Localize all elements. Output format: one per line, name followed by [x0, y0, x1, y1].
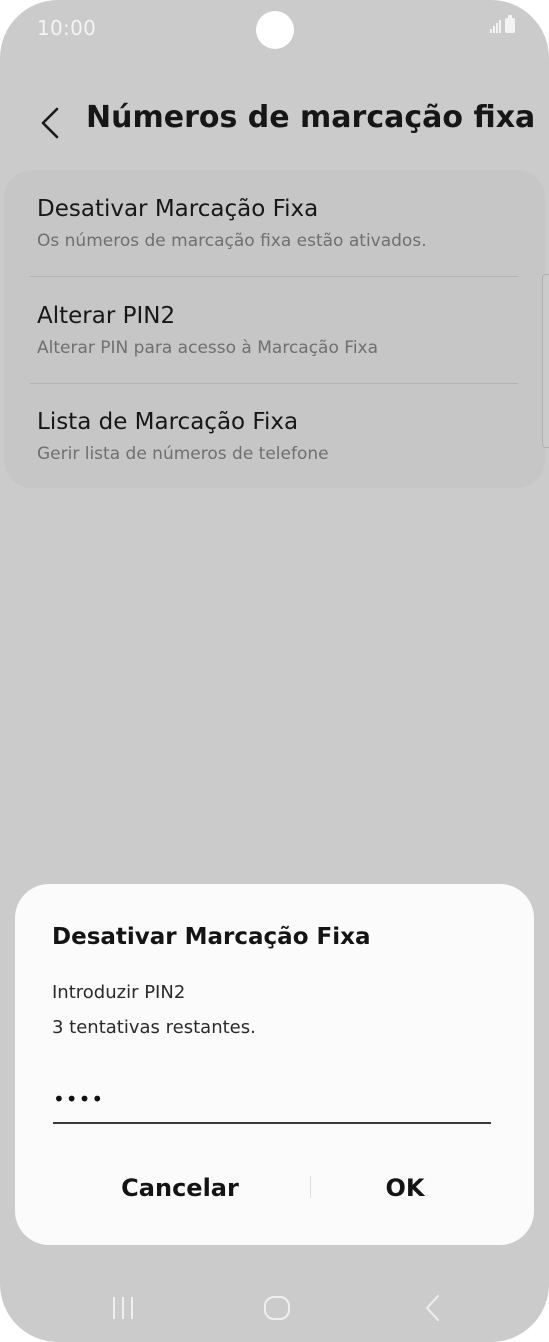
list-item-change-pin2[interactable]: Alterar PIN2 Alterar PIN para acesso à M…: [0, 277, 549, 383]
settings-list: Desativar Marcação Fixa Os números de ma…: [0, 170, 549, 488]
back-button[interactable]: [30, 101, 70, 145]
cancel-button[interactable]: Cancelar: [95, 1166, 265, 1210]
scrollbar[interactable]: [542, 274, 549, 448]
dialog-title: Desativar Marcação Fixa: [52, 924, 371, 950]
status-icons: [490, 15, 515, 33]
list-item-title: Desativar Marcação Fixa: [37, 196, 319, 222]
list-item-title: Lista de Marcação Fixa: [37, 409, 299, 435]
list-item-subtitle: Os números de marcação fixa estão ativad…: [37, 231, 427, 251]
chevron-left-icon: [41, 107, 59, 139]
front-camera: [256, 11, 294, 49]
pin2-input[interactable]: [53, 1080, 491, 1124]
recent-apps-button[interactable]: [100, 1288, 146, 1328]
button-divider: [310, 1176, 311, 1198]
phone-screen: 10:00 Números de marcação fixa Desativar…: [0, 0, 549, 1342]
home-button[interactable]: [254, 1288, 300, 1328]
list-item-subtitle: Gerir lista de números de telefone: [37, 444, 329, 464]
battery-icon: [505, 15, 515, 33]
nav-back-button[interactable]: [410, 1288, 456, 1328]
recent-apps-icon: [113, 1297, 133, 1319]
dialog-message: Introduzir PIN2: [52, 982, 186, 1003]
pin2-dialog: Desativar Marcação Fixa Introduzir PIN2 …: [15, 884, 534, 1245]
attempts-remaining: 3 tentativas restantes.: [52, 1017, 256, 1038]
list-item-disable-fdn[interactable]: Desativar Marcação Fixa Os números de ma…: [0, 170, 549, 276]
ok-button[interactable]: OK: [345, 1166, 465, 1210]
list-item-title: Alterar PIN2: [37, 303, 176, 329]
page-title: Números de marcação fixa: [86, 100, 536, 135]
status-time: 10:00: [37, 16, 97, 40]
list-item-fdn-list[interactable]: Lista de Marcação Fixa Gerir lista de nú…: [0, 383, 549, 489]
list-item-subtitle: Alterar PIN para acesso à Marcação Fixa: [37, 338, 379, 358]
home-icon: [264, 1296, 290, 1320]
back-icon: [426, 1295, 439, 1321]
signal-icon: [490, 19, 501, 33]
